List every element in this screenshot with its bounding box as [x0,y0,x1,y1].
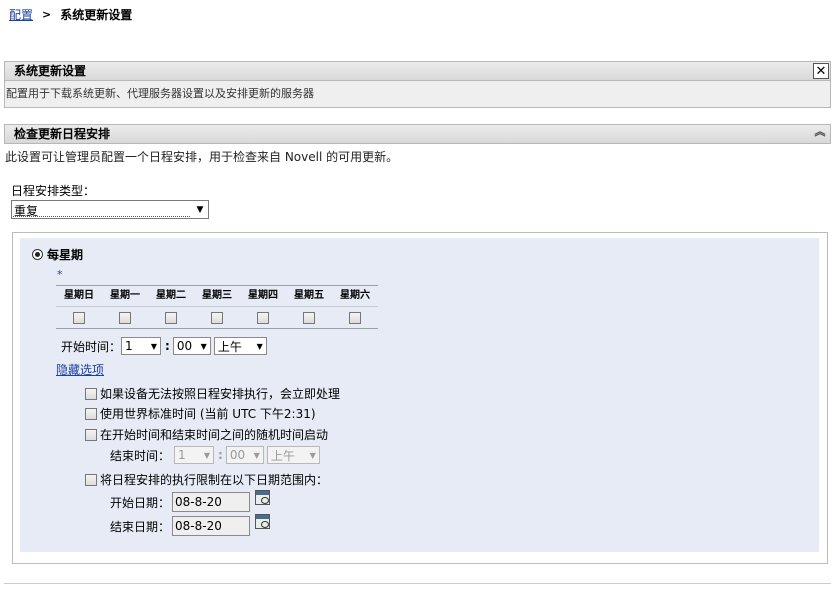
end-ampm-value: 上午 [270,448,295,463]
end-date-input[interactable]: 08-8-20 [172,516,251,536]
panel-title: 系统更新设置 [14,64,87,78]
run-immediately-label: 如果设备无法按照日程安排执行，会立即处理 [100,387,341,401]
weekday-cell [102,306,148,328]
weekday-label: 星期四 [248,290,278,301]
hide-options-link[interactable]: 隐藏选项 [56,361,104,378]
breadcrumb-current: 系统更新设置 [60,8,133,22]
run-immediately-checkbox[interactable] [85,387,97,400]
limit-dates-checkbox[interactable] [85,473,97,486]
start-date-input[interactable]: 08-8-20 [172,492,251,512]
chevron-down-icon: ▼ [253,450,260,460]
random-start-checkbox[interactable] [85,428,97,441]
start-minute-value: 00 [176,339,193,353]
chevron-down-icon: ▼ [196,204,204,215]
use-utc-label: 使用世界标准时间 (当前 UTC 下午2:31) [100,407,316,421]
weekday-cell [56,306,102,328]
weekday-label: 星期三 [202,290,232,301]
close-icon[interactable]: ✕ [813,63,829,79]
end-minute-select[interactable]: 00 ▼ [225,446,264,464]
schedule-type-label: 日程安排类型： [11,184,96,198]
chevron-down-icon: ▼ [203,450,211,460]
weekday-table: 星期日 星期一 星期二 星期三 星期四 星期五 星期六 [56,285,378,329]
weekday-checkbox-row [56,306,378,328]
weekday-cell [148,306,194,328]
option-random-start: 在开始时间和结束时间之间的随机时间启动 [85,426,328,443]
checkbox-thursday[interactable] [257,311,269,324]
weekly-radio[interactable]: 每星期 [32,246,83,263]
checkbox-tuesday[interactable] [165,311,177,324]
start-time-label: 开始时间： [61,339,122,354]
calendar-icon[interactable] [255,490,271,505]
chevron-right-icon: > [42,8,52,21]
checkbox-sunday[interactable] [73,311,85,324]
weekday-cell [240,306,286,328]
start-date-label: 开始日期： [110,495,171,510]
end-minute-value: 00 [229,448,246,462]
random-start-label: 在开始时间和结束时间之间的随机时间启动 [100,428,329,442]
required-marker: * [57,268,63,281]
time-colon: : [165,339,170,353]
weekday-label: 星期日 [64,290,94,301]
end-ampm-select[interactable]: 上午 ▼ [266,446,320,464]
end-hour-value: 1 [178,448,186,462]
start-hour-select[interactable]: 1 ▼ [121,337,162,355]
start-ampm-value: 上午 [217,339,242,354]
option-use-utc: 使用世界标准时间 (当前 UTC 下午2:31) [85,405,316,422]
checkbox-saturday[interactable] [349,311,361,324]
weekday-cell [286,306,332,328]
weekday-header-row: 星期日 星期一 星期二 星期三 星期四 星期五 星期六 [56,286,378,306]
schedule-panel-header: 检查更新日程安排 ︽ [5,125,830,144]
time-colon: : [218,448,223,462]
panel-bottom-divider [4,583,831,584]
option-run-immediately: 如果设备无法按照日程安排执行，会立即处理 [85,385,340,402]
breadcrumb: 配置 > 系统更新设置 [9,6,132,23]
breadcrumb-link-config[interactable]: 配置 [9,6,33,23]
chevron-down-icon: ▼ [256,341,263,351]
start-date-row: 开始日期： 08-8-20 [110,490,271,512]
schedule-type-select[interactable]: 重复 ▼ [11,200,209,219]
start-time-row: 开始时间： 1 ▼ : 00 ▼ 上午 ▼ [61,337,270,355]
calendar-icon[interactable] [255,514,271,529]
schedule-panel-title: 检查更新日程安排 [14,127,111,141]
focus-outline [13,216,190,217]
end-time-label: 结束时间： [110,448,171,463]
weekday-label: 星期一 [110,290,140,301]
end-time-row: 结束时间： 1 ▼ : 00 ▼ 上午 ▼ [110,446,323,464]
weekday-label: 星期五 [294,290,324,301]
checkbox-friday[interactable] [303,311,315,324]
double-chevron-up-icon[interactable]: ︽ [813,126,827,141]
chevron-down-icon: ▼ [150,341,158,351]
weekday-label: 星期二 [156,290,186,301]
panel-description: 配置用于下载系统更新、代理服务器设置以及安排更新的服务器 [5,81,830,107]
option-limit-dates: 将日程安排的执行限制在以下日期范围内： [85,471,328,488]
start-ampm-select[interactable]: 上午 ▼ [213,337,267,355]
checkbox-wednesday[interactable] [211,311,223,324]
weekday-cell [332,306,378,328]
system-update-settings-panel: 系统更新设置 ✕ 配置用于下载系统更新、代理服务器设置以及安排更新的服务器 [4,61,831,108]
end-date-label: 结束日期： [110,519,171,534]
checkbox-monday[interactable] [119,311,131,324]
end-hour-select[interactable]: 1 ▼ [174,446,215,464]
end-date-row: 结束日期： 08-8-20 [110,514,271,536]
limit-dates-label: 将日程安排的执行限制在以下日期范围内： [100,473,329,487]
weekday-label: 星期六 [340,290,370,301]
weekday-cell [194,306,240,328]
chevron-down-icon: ▼ [200,341,207,351]
chevron-down-icon: ▼ [309,450,316,460]
start-minute-select[interactable]: 00 ▼ [172,337,211,355]
radio-selected-icon[interactable] [32,249,43,260]
schedule-panel: 检查更新日程安排 ︽ [4,124,831,144]
weekly-radio-label: 每星期 [47,248,84,262]
schedule-intro-text: 此设置可让管理员配置一个日程安排，用于检查来自 Novell 的可用更新。 [5,150,399,164]
use-utc-checkbox[interactable] [85,407,97,420]
start-hour-value: 1 [125,339,133,353]
panel-header: 系统更新设置 ✕ [5,62,830,81]
